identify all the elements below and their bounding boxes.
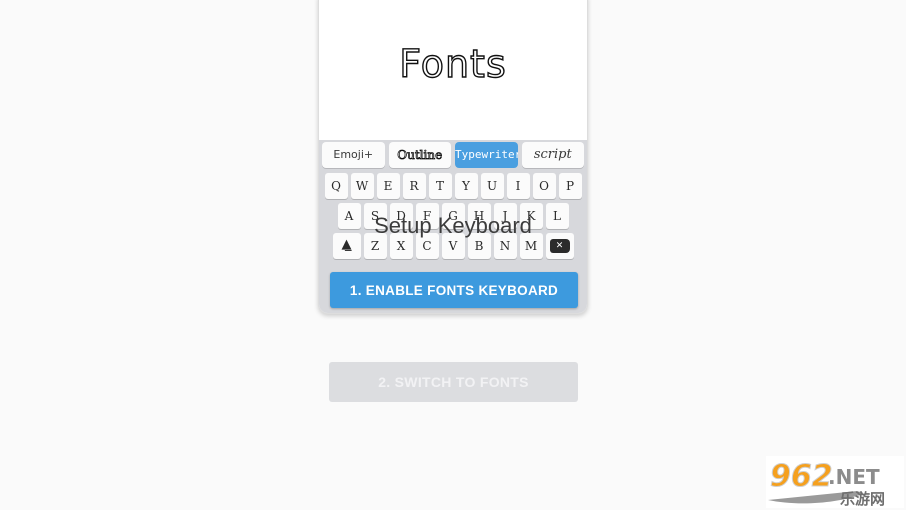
keyboard-row-2: A S D F G H J K L (319, 203, 587, 229)
key-c[interactable]: C (415, 233, 439, 259)
key-z[interactable]: Z (363, 233, 387, 259)
key-t[interactable]: T (428, 173, 452, 199)
site-watermark: 962 .NET 乐游网 (766, 456, 904, 508)
key-x[interactable]: X (389, 233, 413, 259)
phone-screenshot-card: Fonts Emoji+ Outline Typewriter script Q… (318, 0, 588, 314)
backspace-icon[interactable]: ✕ (545, 233, 574, 259)
key-q[interactable]: Q (324, 173, 348, 199)
page-title: Fonts (399, 41, 507, 86)
page-background: Fonts Emoji+ Outline Typewriter script Q… (0, 0, 906, 510)
key-e[interactable]: E (376, 173, 400, 199)
key-h[interactable]: H (467, 203, 491, 229)
key-n[interactable]: N (493, 233, 517, 259)
key-k[interactable]: K (519, 203, 543, 229)
watermark-suffix: .NET (828, 465, 880, 489)
key-p[interactable]: P (558, 173, 582, 199)
key-g[interactable]: G (441, 203, 465, 229)
key-o[interactable]: O (532, 173, 556, 199)
watermark-digits: 962 (770, 459, 833, 494)
key-v[interactable]: V (441, 233, 465, 259)
keyboard-row-1: Q W E R T Y U I O P (319, 173, 587, 199)
tab-typewriter[interactable]: Typewriter (455, 142, 518, 168)
app-title-area: Fonts (319, 0, 587, 140)
key-y[interactable]: Y (454, 173, 478, 199)
tab-outline[interactable]: Outline (388, 142, 451, 168)
backspace-glyph: ✕ (549, 239, 570, 253)
tab-emoji-plus[interactable]: Emoji+ (322, 142, 385, 168)
key-w[interactable]: W (350, 173, 374, 199)
tab-script[interactable]: script (521, 142, 584, 168)
keyboard-row-3: ▲̲ Z X C V B N M ✕ (319, 233, 587, 259)
watermark-logo-icon: 962 .NET 乐游网 (766, 456, 904, 508)
enable-fonts-keyboard-button[interactable]: 1. ENABLE FONTS KEYBOARD (330, 272, 578, 308)
font-style-tab-bar: Emoji+ Outline Typewriter script (319, 142, 587, 168)
key-l[interactable]: L (545, 203, 569, 229)
key-b[interactable]: B (467, 233, 491, 259)
key-j[interactable]: J (493, 203, 517, 229)
watermark-chinese: 乐游网 (840, 490, 885, 508)
key-a[interactable]: A (337, 203, 361, 229)
shift-icon[interactable]: ▲̲ (332, 233, 361, 259)
key-i[interactable]: I (506, 173, 530, 199)
switch-to-fonts-button[interactable]: 2. SWITCH TO FONTS (329, 362, 578, 402)
key-s[interactable]: S (363, 203, 387, 229)
key-r[interactable]: R (402, 173, 426, 199)
key-u[interactable]: U (480, 173, 504, 199)
key-m[interactable]: M (519, 233, 543, 259)
key-d[interactable]: D (389, 203, 413, 229)
key-f[interactable]: F (415, 203, 439, 229)
